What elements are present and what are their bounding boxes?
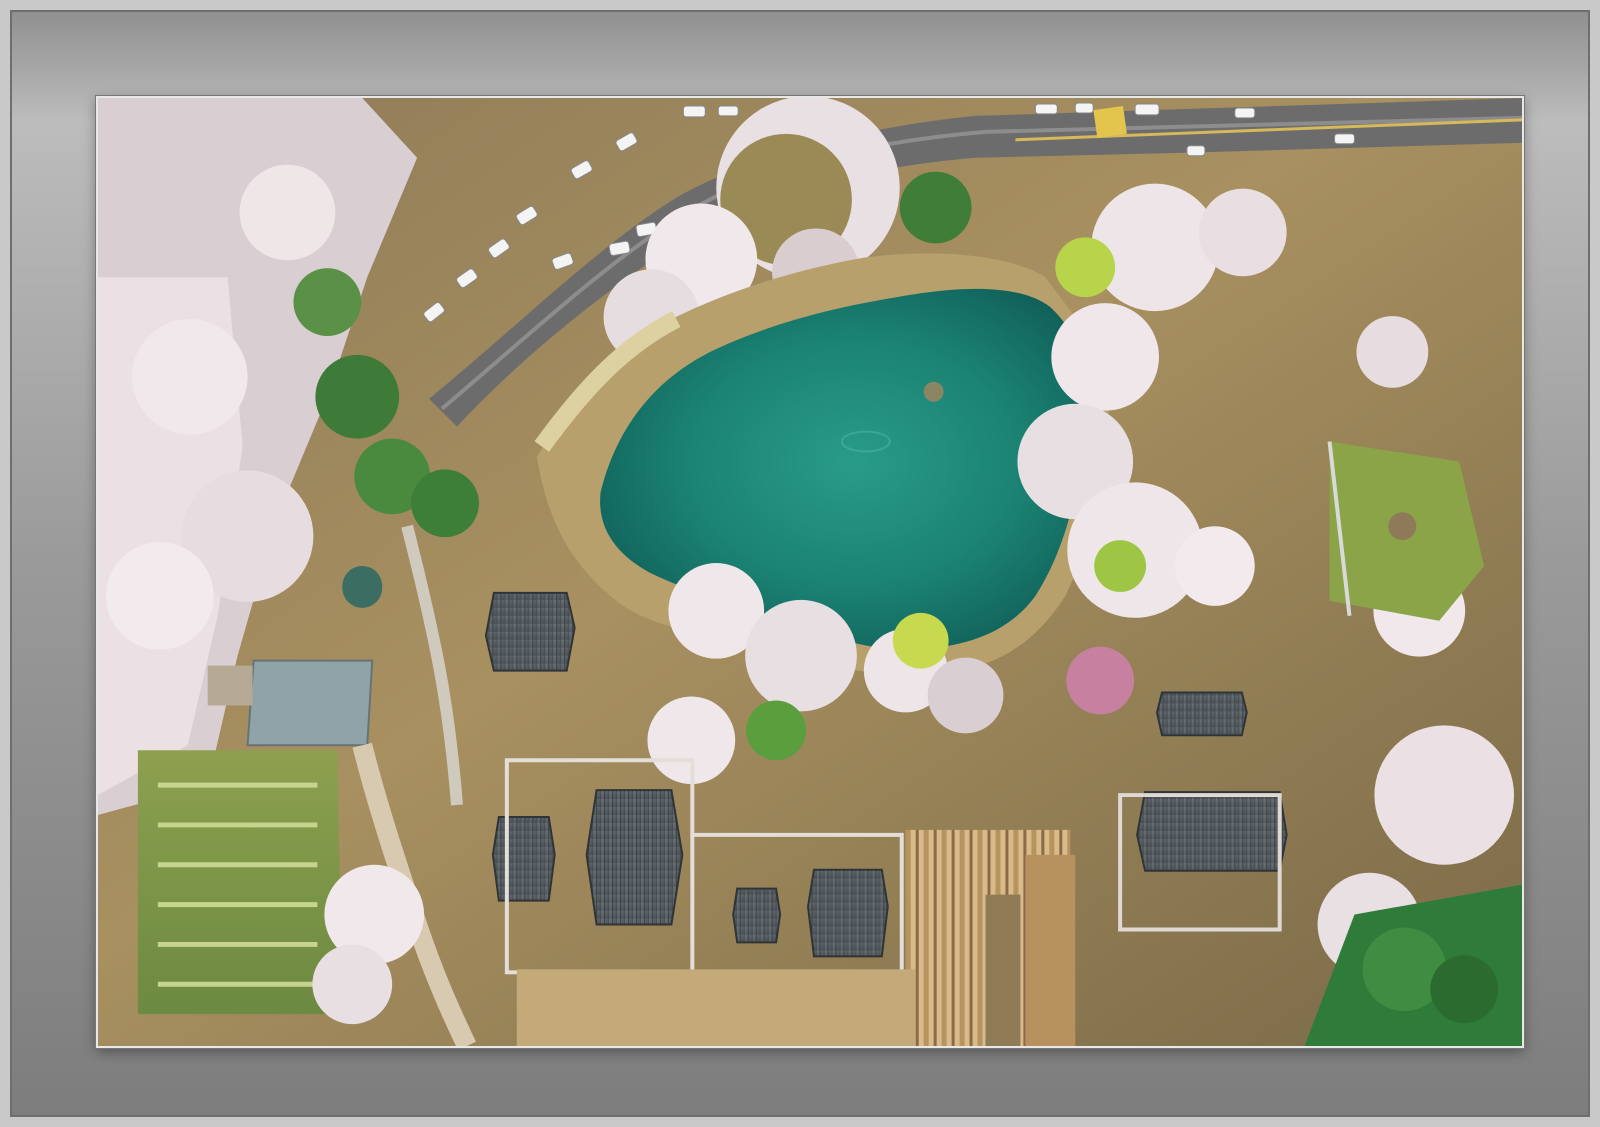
aerial-scene-photo	[98, 98, 1522, 1046]
picture-frame	[0, 0, 1600, 1127]
photo-area	[96, 96, 1524, 1048]
